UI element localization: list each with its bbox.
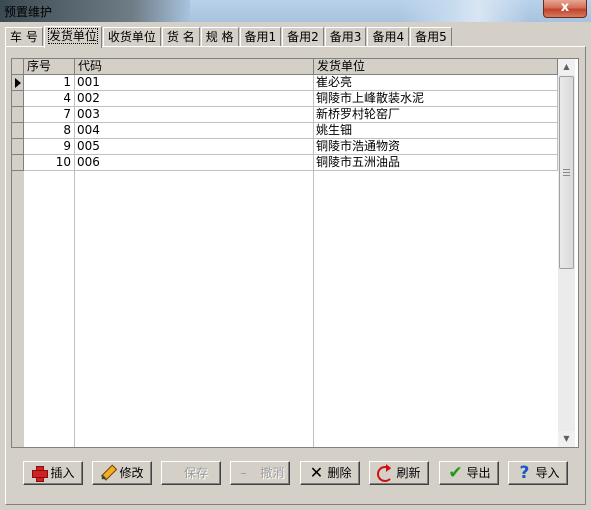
close-button[interactable]: x (543, 0, 587, 18)
edit-label: 修改 (119, 466, 144, 480)
cell-seq[interactable]: 4 (24, 91, 75, 107)
grid-body: 序号 代码 发货单位 1 001 崔必亮 4 002 铜陵市上峰散装水泥 7 0… (12, 59, 558, 447)
tab-label: 备用3 (329, 30, 362, 44)
edit-button[interactable]: 修改 (92, 461, 152, 485)
cell-seq[interactable]: 8 (24, 123, 75, 139)
x-icon: ✕ (309, 463, 324, 482)
tab-specification[interactable]: 规 格 (200, 27, 239, 47)
save-button[interactable]: 保存 (161, 461, 221, 485)
insert-label: 插入 (50, 466, 75, 480)
table-row[interactable]: 8 004 姚生钿 (12, 123, 558, 139)
minus-icon: – (240, 466, 247, 480)
cell-unit[interactable]: 崔必亮 (314, 75, 558, 91)
tab-spare-3[interactable]: 备用3 (324, 27, 367, 47)
cell-seq[interactable]: 9 (24, 139, 75, 155)
cell-code[interactable]: 005 (75, 139, 314, 155)
cell-code[interactable]: 002 (75, 91, 314, 107)
cancel-button[interactable]: – 撤消 (230, 461, 290, 485)
refresh-icon (377, 464, 394, 482)
delete-button[interactable]: ✕ 删除 (300, 461, 360, 485)
tab-label: 备用2 (287, 30, 319, 44)
header-corner (12, 59, 24, 75)
cell-unit[interactable]: 铜陵市五洲油品 (314, 155, 558, 171)
cell-code[interactable]: 001 (75, 75, 314, 91)
cell-unit[interactable]: 铜陵市上峰散装水泥 (314, 91, 558, 107)
tab-spare-1[interactable]: 备用1 (239, 27, 282, 47)
table-row[interactable]: 4 002 铜陵市上峰散装水泥 (12, 91, 558, 107)
checkmark-icon: ✔ (448, 463, 463, 483)
import-button[interactable]: ? 导入 (508, 461, 568, 485)
tab-spare-2[interactable]: 备用2 (282, 27, 324, 47)
row-indicator (12, 91, 24, 107)
cell-code[interactable]: 003 (75, 107, 314, 123)
delete-label: 删除 (327, 466, 352, 480)
tab-label: 备用1 (244, 30, 277, 44)
tab-goods-name[interactable]: 货 名 (161, 27, 200, 47)
grip-icon (563, 169, 570, 176)
cancel-label: 撤消 (260, 466, 285, 480)
grid-header: 序号 代码 发货单位 (12, 59, 558, 75)
tab-spare-5[interactable]: 备用5 (410, 27, 452, 47)
table-row[interactable]: 10 006 铜陵市五洲油品 (12, 155, 558, 171)
tab-strip: 车 号 发货单位 收货单位 货 名 规 格 备用1 备用2 备用3 备用4 备用… (5, 25, 453, 48)
title-bar-glare (400, 0, 530, 22)
scroll-thumb[interactable] (559, 76, 574, 269)
tab-label: 规 格 (205, 30, 234, 44)
tab-label: 发货单位 (47, 28, 98, 44)
header-seq[interactable]: 序号 (24, 59, 75, 75)
table-row[interactable]: 9 005 铜陵市浩通物资 (12, 139, 558, 155)
cell-unit[interactable]: 铜陵市浩通物资 (314, 139, 558, 155)
row-indicator (12, 123, 24, 139)
question-icon: ? (519, 463, 530, 483)
scroll-up-arrow-icon[interactable]: ▲ (558, 59, 575, 75)
tab-shipping-unit[interactable]: 发货单位 (43, 26, 102, 48)
vertical-scrollbar[interactable]: ▲ ▼ (558, 59, 575, 447)
plus-icon (31, 465, 49, 482)
row-indicator (12, 107, 24, 123)
row-indicator (12, 155, 24, 171)
current-row-pointer-icon (15, 78, 21, 88)
header-unit[interactable]: 发货单位 (314, 59, 558, 75)
tab-label: 备用4 (372, 30, 405, 44)
row-indicator (12, 139, 24, 155)
window-title: 预置维护 (4, 5, 53, 19)
table-row[interactable]: 7 003 新桥罗村轮窑厂 (12, 107, 558, 123)
save-label: 保存 (183, 466, 208, 480)
cell-seq[interactable]: 1 (24, 75, 75, 91)
tab-label: 车 号 (10, 30, 38, 44)
export-label: 导出 (466, 466, 491, 480)
cell-unit[interactable]: 姚生钿 (314, 123, 558, 139)
export-button[interactable]: ✔ 导出 (439, 461, 499, 485)
insert-button[interactable]: 插入 (23, 461, 83, 485)
scroll-down-arrow-icon[interactable]: ▼ (558, 431, 575, 447)
tab-label: 备用5 (415, 30, 447, 44)
tab-spare-4[interactable]: 备用4 (367, 27, 410, 47)
tab-label: 收货单位 (107, 30, 156, 44)
tab-panel: 序号 代码 发货单位 1 001 崔必亮 4 002 铜陵市上峰散装水泥 7 0… (5, 46, 586, 505)
refresh-button[interactable]: 刷新 (369, 461, 429, 485)
cell-seq[interactable]: 10 (24, 155, 75, 171)
row-indicator (12, 75, 24, 91)
cell-code[interactable]: 004 (75, 123, 314, 139)
cell-unit[interactable]: 新桥罗村轮窑厂 (314, 107, 558, 123)
title-bar: 预置维护 x (0, 0, 591, 22)
refresh-label: 刷新 (396, 466, 421, 480)
data-grid[interactable]: 序号 代码 发货单位 1 001 崔必亮 4 002 铜陵市上峰散装水泥 7 0… (11, 58, 579, 448)
cell-seq[interactable]: 7 (24, 107, 75, 123)
tab-vehicle-number[interactable]: 车 号 (5, 27, 43, 47)
header-code[interactable]: 代码 (75, 59, 314, 75)
tab-receiving-unit[interactable]: 收货单位 (102, 27, 161, 47)
table-row[interactable]: 1 001 崔必亮 (12, 75, 558, 91)
tab-label: 货 名 (166, 30, 195, 44)
close-icon: x (560, 0, 570, 15)
import-label: 导入 (535, 466, 560, 480)
cell-code[interactable]: 006 (75, 155, 314, 171)
pencil-icon (97, 462, 120, 485)
